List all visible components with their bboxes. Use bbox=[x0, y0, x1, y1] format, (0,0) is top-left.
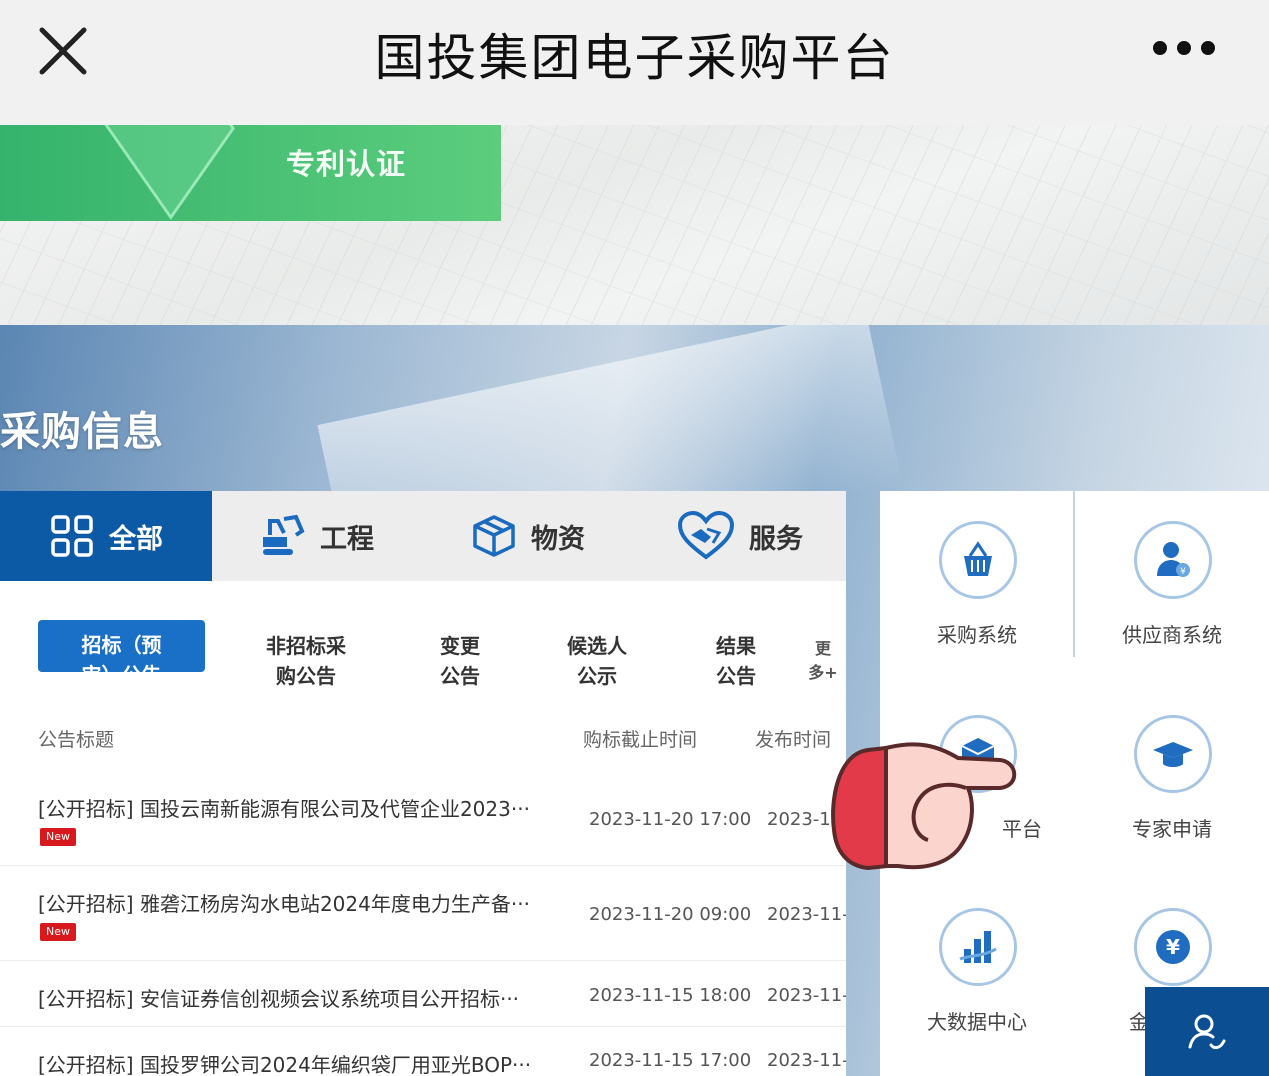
row-deadline: 2023-11-20 09:00 bbox=[589, 904, 751, 925]
grid-item-big-data-center[interactable]: 大数据中心 bbox=[880, 878, 1074, 1071]
svg-text:¥: ¥ bbox=[1180, 567, 1186, 577]
grid-item-label: 大数据中心 bbox=[880, 1006, 1074, 1035]
tab-services-label: 服务 bbox=[749, 517, 803, 556]
supplier-icon: ¥ bbox=[1134, 521, 1212, 599]
basket-icon bbox=[939, 521, 1017, 599]
announcement-panel: 招标（预 审）公告 非招标采 购公告 变更 公告 候选人 公示 结果 公告 更 … bbox=[0, 581, 846, 1076]
table-row[interactable]: [公开招标] 国投罗钾公司2024年编织袋厂用亚光BOP··· 2023-11-… bbox=[0, 1027, 846, 1076]
table-row[interactable]: [公开招标] 雅砻江杨房沟水电站2024年度电力生产备··· New 2023-… bbox=[0, 866, 846, 961]
box-icon bbox=[471, 513, 517, 559]
floating-user-button[interactable] bbox=[1145, 987, 1269, 1076]
graduation-cap-icon bbox=[1134, 715, 1212, 793]
subtab-label: 公示 bbox=[552, 661, 642, 691]
subtab-label: 公告 bbox=[696, 661, 776, 691]
subtab-label: 招标（预 bbox=[38, 630, 205, 660]
svg-text:¥: ¥ bbox=[1166, 935, 1180, 959]
row-title: [公开招标] 国投云南新能源有限公司及代管企业2023··· bbox=[38, 793, 530, 822]
subtab-label: 候选人 bbox=[552, 631, 642, 661]
subtab-label: 结果 bbox=[696, 631, 776, 661]
grid-item-label: 平台 bbox=[880, 813, 1074, 842]
banner: 专利认证 bbox=[0, 125, 1269, 325]
cube-icon bbox=[939, 715, 1017, 793]
tab-engineering[interactable]: 工程 bbox=[212, 491, 422, 581]
bar-chart-icon bbox=[939, 908, 1017, 986]
row-deadline: 2023-11-15 17:00 bbox=[589, 1050, 751, 1071]
tab-materials-label: 物资 bbox=[531, 517, 585, 556]
row-published: 2023-11-1 bbox=[767, 1050, 846, 1071]
grid-item-platform[interactable]: 平台 bbox=[880, 685, 1074, 878]
subtab-non-tender[interactable]: 非招标采 购公告 bbox=[256, 631, 356, 691]
subtab-label: 非招标采 bbox=[256, 631, 356, 661]
header-deadline: 购标截止时间 bbox=[583, 725, 697, 752]
grid-icon bbox=[49, 513, 95, 559]
handshake-icon bbox=[677, 511, 735, 561]
subtab-label: 变更 bbox=[420, 631, 500, 661]
page-title: 国投集团电子采购平台 bbox=[0, 18, 1269, 90]
table-row[interactable]: [公开招标] 国投云南新能源有限公司及代管企业2023··· New 2023-… bbox=[0, 771, 846, 866]
new-badge: New bbox=[40, 828, 76, 846]
more-options-icon[interactable] bbox=[1153, 36, 1215, 60]
row-deadline: 2023-11-20 17:00 bbox=[589, 809, 751, 830]
more-subtabs-link[interactable]: 更 多+ bbox=[806, 637, 840, 685]
diamond-graphic-icon bbox=[95, 125, 235, 220]
patent-card[interactable]: 专利认证 bbox=[0, 125, 501, 221]
table-header: 公告标题 购标截止时间 发布时间 bbox=[0, 721, 846, 761]
tab-services[interactable]: 服务 bbox=[634, 491, 846, 581]
header-published: 发布时间 bbox=[755, 725, 831, 752]
section-title: 采购信息 bbox=[0, 399, 164, 457]
more-label: 多+ bbox=[806, 661, 840, 685]
category-tabs: 全部 工程 物资 服务 bbox=[0, 491, 846, 581]
subtab-change[interactable]: 变更 公告 bbox=[420, 631, 500, 691]
table-row[interactable]: [公开招标] 安信证券信创视频会议系统项目公开招标··· 2023-11-15 … bbox=[0, 961, 846, 1027]
subtab-label: 购公告 bbox=[256, 661, 356, 691]
grid-item-supplier-system[interactable]: ¥ 供应商系统 bbox=[1075, 491, 1269, 684]
subtab-result[interactable]: 结果 公告 bbox=[696, 631, 776, 691]
row-title: [公开招标] 安信证券信创视频会议系统项目公开招标··· bbox=[38, 983, 519, 1012]
subtab-candidate[interactable]: 候选人 公示 bbox=[552, 631, 642, 691]
subtab-tender-notice[interactable]: 招标（预 审）公告 bbox=[38, 620, 205, 672]
tab-all[interactable]: 全部 bbox=[0, 491, 212, 581]
tab-engineering-label: 工程 bbox=[320, 517, 374, 556]
row-published: 2023-11-1 bbox=[767, 904, 846, 925]
patent-label: 专利认证 bbox=[286, 141, 406, 183]
title-bar: 国投集团电子采购平台 bbox=[0, 0, 1269, 125]
excavator-icon bbox=[260, 513, 306, 559]
grid-item-expert-application[interactable]: 专家申请 bbox=[1075, 685, 1269, 878]
user-icon bbox=[1186, 1011, 1228, 1053]
row-published: 2023-11 bbox=[767, 809, 846, 830]
new-badge: New bbox=[40, 923, 76, 941]
tab-all-label: 全部 bbox=[109, 517, 163, 556]
announcement-subtabs: 招标（预 审）公告 非招标采 购公告 变更 公告 候选人 公示 结果 公告 更 … bbox=[0, 581, 846, 701]
more-label: 更 bbox=[806, 637, 840, 661]
grid-item-label: 采购系统 bbox=[880, 619, 1074, 648]
grid-item-label: 供应商系统 bbox=[1075, 619, 1269, 648]
tab-materials[interactable]: 物资 bbox=[422, 491, 634, 581]
grid-item-label: 专家申请 bbox=[1075, 813, 1269, 842]
yen-coin-icon: ¥ bbox=[1134, 908, 1212, 986]
row-title: [公开招标] 雅砻江杨房沟水电站2024年度电力生产备··· bbox=[38, 888, 530, 917]
row-published: 2023-11-1 bbox=[767, 985, 846, 1006]
row-title: [公开招标] 国投罗钾公司2024年编织袋厂用亚光BOP··· bbox=[38, 1049, 531, 1076]
subtab-label: 审）公告 bbox=[38, 660, 205, 672]
grid-item-procurement-system[interactable]: 采购系统 bbox=[880, 491, 1074, 684]
subtab-label: 公告 bbox=[420, 661, 500, 691]
header-title: 公告标题 bbox=[38, 725, 114, 752]
row-deadline: 2023-11-15 18:00 bbox=[589, 985, 751, 1006]
